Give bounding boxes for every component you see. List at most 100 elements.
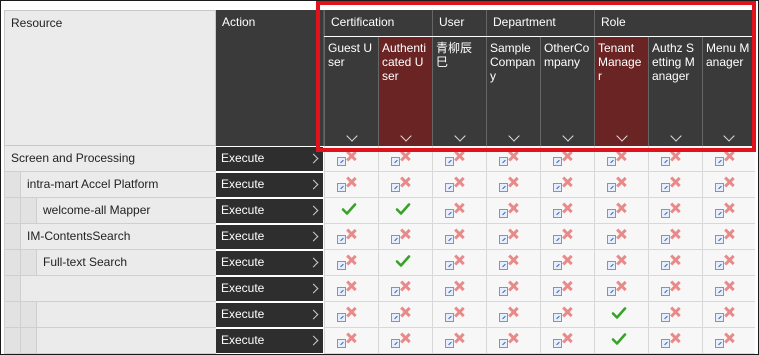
resource-name[interactable]: intra-mart Accel Platform [20,172,216,198]
action-execute-button[interactable]: Execute [216,173,323,197]
permission-cell[interactable] [540,224,594,250]
permission-cell[interactable] [594,250,648,276]
permission-cell[interactable] [540,250,594,276]
resource-column-header: Resource [4,10,216,146]
permission-cell[interactable] [540,276,594,302]
permission-cell[interactable] [486,250,540,276]
action-execute-button[interactable]: Execute [216,225,323,249]
permission-cell[interactable] [486,276,540,302]
permission-cell[interactable] [594,302,648,328]
deny-x-icon [345,306,357,318]
permission-cell[interactable] [378,328,432,354]
permission-cell[interactable] [378,198,432,224]
permission-cell[interactable] [540,172,594,198]
permission-cell[interactable] [648,302,702,328]
permission-cell[interactable] [486,328,540,354]
action-execute-button[interactable]: Execute [216,251,323,275]
action-execute-button[interactable]: Execute [216,199,323,223]
permission-cell[interactable] [594,224,648,250]
permission-cell[interactable] [540,302,594,328]
permission-cell[interactable] [378,250,432,276]
deny-x-icon [507,306,519,318]
resource-name[interactable] [36,328,216,354]
permission-cell[interactable] [540,198,594,224]
permission-cell[interactable] [432,198,486,224]
permission-cell[interactable] [324,198,378,224]
permission-cell[interactable] [594,198,648,224]
permission-cell[interactable] [594,328,648,354]
action-label: Execute [221,255,265,269]
deny-x-icon [723,332,735,344]
resource-name[interactable] [20,276,216,302]
permission-cell[interactable] [324,224,378,250]
permission-cell[interactable] [648,224,702,250]
permission-cell[interactable] [324,172,378,198]
permission-cell[interactable] [594,276,648,302]
deny-x-icon [669,280,681,292]
table-row: Full-text Search Execute [4,250,755,276]
permission-cell[interactable] [702,302,755,328]
permission-cell[interactable] [648,328,702,354]
permission-cell[interactable] [486,198,540,224]
permission-cell[interactable] [378,224,432,250]
check-icon [611,305,627,321]
chevron-right-icon [308,309,319,320]
resource-name[interactable]: Screen and Processing [4,146,216,172]
action-execute-button[interactable]: Execute [216,329,323,353]
permission-cell[interactable] [486,224,540,250]
action-label: Execute [221,307,265,321]
table-row: welcome-all Mapper Execute [4,198,755,224]
permission-cell[interactable] [432,224,486,250]
permission-cell[interactable] [594,172,648,198]
permission-cell[interactable] [432,276,486,302]
table-row: intra-mart Accel Platform Execute [4,172,755,198]
permission-cell[interactable] [486,302,540,328]
action-execute-button[interactable]: Execute [216,277,323,301]
permission-cell[interactable] [648,250,702,276]
permission-cell[interactable] [486,172,540,198]
permission-cell[interactable] [324,302,378,328]
permission-cell[interactable] [702,172,755,198]
permission-cell[interactable] [432,172,486,198]
resource-name[interactable]: Full-text Search [36,250,216,276]
check-icon [611,331,627,347]
indent-guide [4,250,20,276]
action-execute-button[interactable]: Execute [216,147,323,171]
permission-cell[interactable] [702,250,755,276]
chevron-right-icon [308,231,319,242]
permission-cell[interactable] [648,276,702,302]
permission-cell[interactable] [378,302,432,328]
permission-cell[interactable] [378,276,432,302]
permission-cell[interactable] [648,172,702,198]
permission-cell[interactable] [432,328,486,354]
deny-x-icon [561,176,573,188]
permission-cell[interactable] [648,198,702,224]
permission-cell[interactable] [324,328,378,354]
chevron-right-icon [308,283,319,294]
indent-guide [4,198,20,224]
deny-x-icon [723,176,735,188]
indent-guide [20,250,36,276]
permission-cell[interactable] [324,276,378,302]
indent-guide [20,198,36,224]
action-label: Execute [221,177,265,191]
permission-cell[interactable] [702,198,755,224]
resource-name[interactable] [36,302,216,328]
indent-guide [4,224,20,250]
resource-name[interactable]: welcome-all Mapper [36,198,216,224]
deny-x-icon [723,228,735,240]
resource-name[interactable]: IM-ContentsSearch [20,224,216,250]
permission-cell[interactable] [432,250,486,276]
permission-cell[interactable] [540,328,594,354]
permission-cell[interactable] [702,328,755,354]
permission-cell[interactable] [432,302,486,328]
permission-cell[interactable] [702,224,755,250]
action-execute-button[interactable]: Execute [216,303,323,327]
permission-cell[interactable] [702,276,755,302]
deny-x-icon [345,280,357,292]
permission-cell[interactable] [324,250,378,276]
deny-x-icon [399,306,411,318]
permission-cell[interactable] [378,172,432,198]
deny-x-icon [561,202,573,214]
chevron-right-icon [308,335,319,346]
